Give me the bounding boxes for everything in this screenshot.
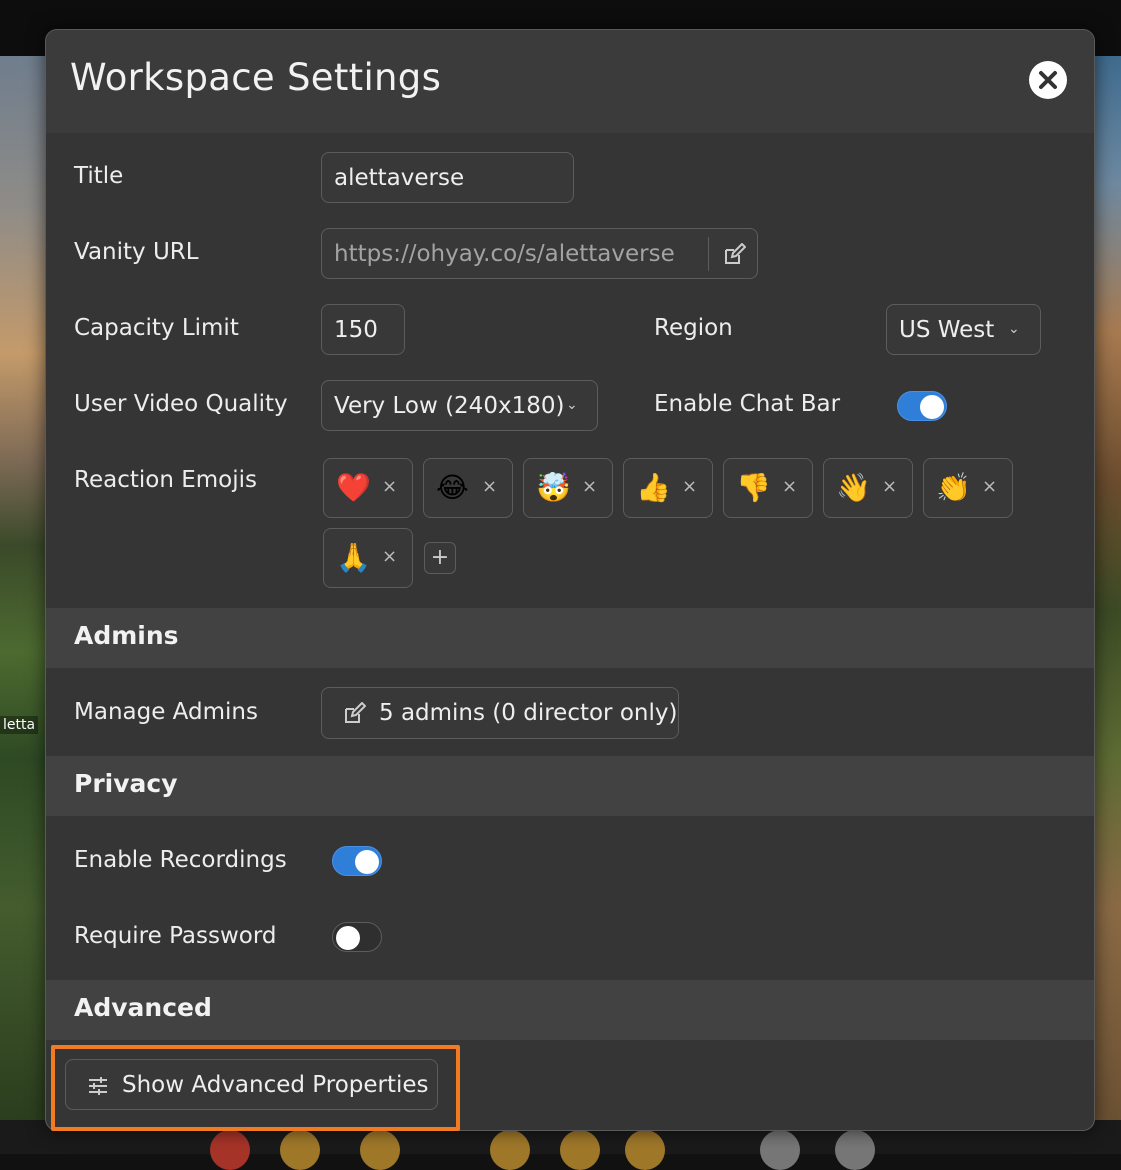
clapping-hands-emoji: 👏	[936, 471, 971, 504]
reaction-bubble	[835, 1130, 875, 1170]
edit-icon[interactable]	[722, 243, 746, 267]
reaction-chip: 👏 ×	[923, 458, 1013, 518]
remove-icon[interactable]: ×	[382, 546, 397, 567]
chat-bar-label: Enable Chat Bar	[654, 391, 841, 417]
reaction-bubble	[360, 1130, 400, 1170]
reaction-chip: 🤯 ×	[523, 458, 613, 518]
heart-emoji: ❤️	[336, 471, 371, 504]
toggle-knob	[355, 850, 379, 874]
reaction-chip: 👍 ×	[623, 458, 713, 518]
vanity-url-divider	[708, 237, 709, 271]
reaction-chip: 👎 ×	[723, 458, 813, 518]
vanity-url-label: Vanity URL	[74, 239, 199, 265]
admins-section-title: Admins	[74, 621, 179, 650]
chevron-down-icon: ⌄	[566, 397, 578, 413]
reaction-bubble	[625, 1130, 665, 1170]
toggle-knob	[920, 395, 944, 419]
vanity-url-field: https://ohyay.co/s/alettaverse	[321, 228, 758, 279]
remove-icon[interactable]: ×	[482, 476, 497, 497]
folded-hands-emoji: 🙏	[336, 541, 371, 574]
close-icon	[1039, 71, 1057, 89]
highlight-box	[51, 1045, 460, 1131]
thumbs-down-emoji: 👎	[736, 471, 771, 504]
require-password-label: Require Password	[74, 923, 277, 949]
remove-icon[interactable]: ×	[782, 476, 797, 497]
enable-recordings-toggle[interactable]	[332, 846, 382, 876]
vanity-url-value: https://ohyay.co/s/alettaverse	[334, 241, 675, 267]
remove-icon[interactable]: ×	[382, 476, 397, 497]
title-input-value: alettaverse	[334, 165, 465, 191]
reaction-bubble	[490, 1130, 530, 1170]
thumbs-up-emoji: 👍	[636, 471, 671, 504]
chat-bar-toggle[interactable]	[897, 391, 947, 421]
reaction-bubble	[210, 1130, 250, 1170]
region-select[interactable]: US West ⌄	[886, 304, 1041, 355]
reaction-chip: ❤️ ×	[323, 458, 413, 518]
reaction-chip: 🙏 ×	[323, 528, 413, 588]
capacity-limit-value: 150	[334, 317, 378, 343]
require-password-toggle[interactable]	[332, 922, 382, 952]
reaction-bubble	[760, 1130, 800, 1170]
toggle-knob	[336, 926, 360, 950]
reaction-emojis-label: Reaction Emojis	[74, 467, 257, 493]
modal-header: Workspace Settings	[46, 30, 1094, 133]
manage-admins-button-label: 5 admins (0 director only)	[379, 700, 678, 726]
waving-hand-emoji: 👋	[836, 471, 871, 504]
advanced-section-header: Advanced	[46, 980, 1094, 1040]
remove-icon[interactable]: ×	[982, 476, 997, 497]
participant-name-tag: letta	[0, 716, 39, 734]
privacy-section-header: Privacy	[46, 756, 1094, 816]
reaction-bubble	[280, 1130, 320, 1170]
manage-admins-button[interactable]: 5 admins (0 director only)	[321, 687, 679, 739]
advanced-section-title: Advanced	[74, 993, 212, 1022]
workspace-settings-modal: Workspace Settings Title alettaverse Van…	[45, 29, 1095, 1131]
reaction-chip: 👋 ×	[823, 458, 913, 518]
privacy-section-title: Privacy	[74, 769, 178, 798]
close-button[interactable]	[1029, 61, 1067, 99]
title-label: Title	[74, 163, 124, 189]
video-quality-value: Very Low (240x180)	[334, 393, 565, 419]
add-reaction-button[interactable]: +	[424, 542, 456, 574]
title-input[interactable]: alettaverse	[321, 152, 574, 203]
region-label: Region	[654, 315, 733, 341]
reaction-bubble	[560, 1130, 600, 1170]
remove-icon[interactable]: ×	[682, 476, 697, 497]
laughing-emoji: 😂	[436, 471, 469, 504]
capacity-limit-input[interactable]: 150	[321, 304, 405, 355]
enable-recordings-label: Enable Recordings	[74, 847, 287, 873]
capacity-limit-label: Capacity Limit	[74, 315, 239, 341]
edit-icon	[345, 702, 366, 723]
admins-section-header: Admins	[46, 608, 1094, 668]
region-value: US West	[899, 317, 995, 343]
video-quality-label: User Video Quality	[74, 391, 288, 417]
video-quality-select[interactable]: Very Low (240x180) ⌄	[321, 380, 598, 431]
modal-title: Workspace Settings	[70, 56, 442, 99]
chevron-down-icon: ⌄	[1008, 321, 1020, 337]
mind-blown-emoji: 🤯	[536, 471, 571, 504]
remove-icon[interactable]: ×	[882, 476, 897, 497]
reaction-chip: 😂 ×	[423, 458, 513, 518]
manage-admins-label: Manage Admins	[74, 699, 258, 725]
remove-icon[interactable]: ×	[582, 476, 597, 497]
